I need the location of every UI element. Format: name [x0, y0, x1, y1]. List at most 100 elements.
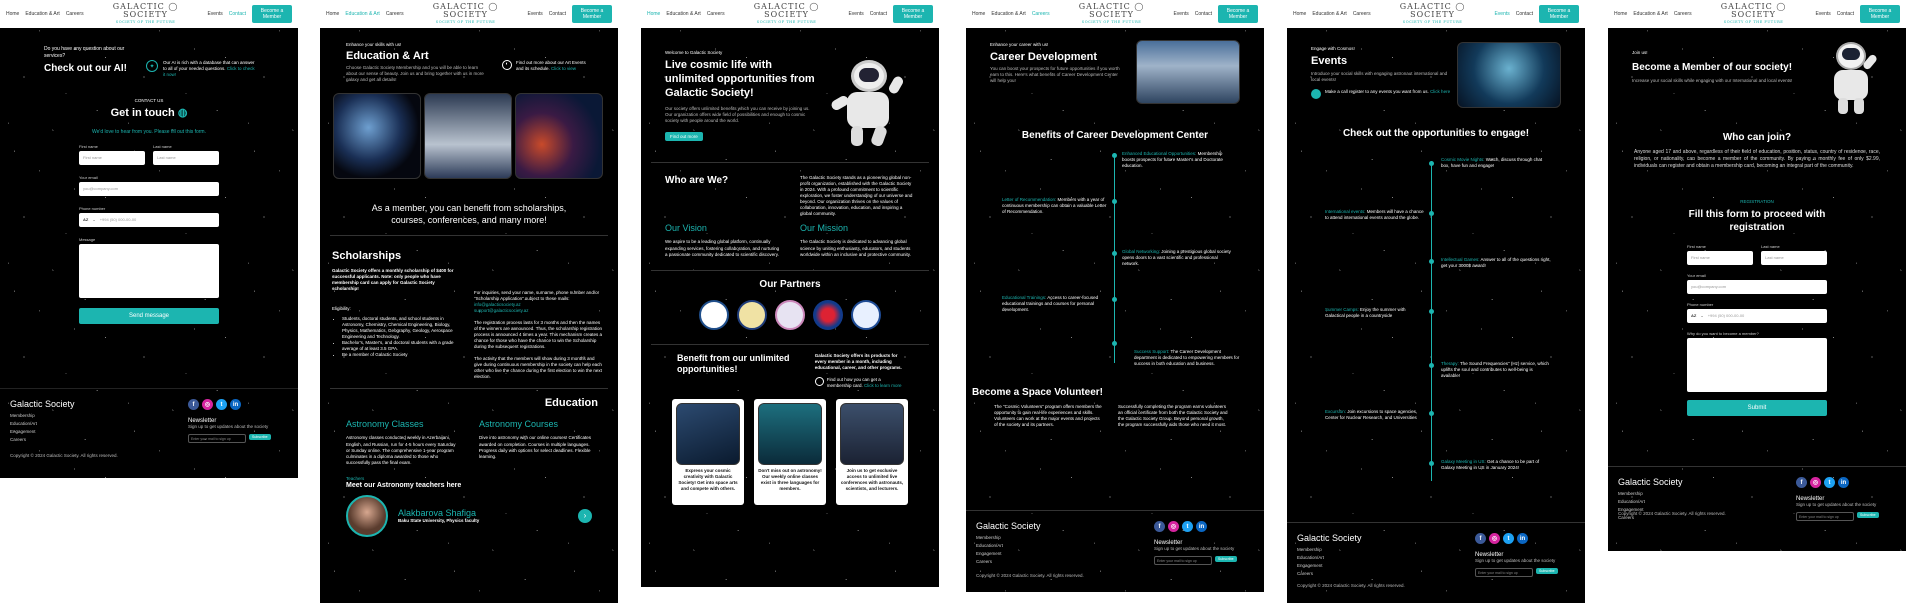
linkedin-icon[interactable]: in — [230, 399, 241, 410]
first-name-input[interactable]: First name — [79, 151, 145, 165]
benefit-card[interactable]: Express your cosmic creativity with Gala… — [672, 398, 744, 505]
nav-home[interactable]: Home — [1293, 11, 1306, 17]
last-name-input[interactable]: Last name — [153, 151, 219, 165]
footer-link-membership[interactable]: Membership — [1618, 491, 1683, 496]
benefit-card[interactable]: Join us to get exclusive access to unlim… — [836, 398, 908, 505]
nav-contact[interactable]: Contact — [870, 11, 887, 17]
nav-home[interactable]: Home — [1614, 11, 1627, 17]
site-logo[interactable]: GALACTIC ◯ SOCIETY SOCIETY OF THE FUTURE — [410, 3, 522, 25]
nav-home[interactable]: Home — [972, 11, 985, 17]
linkedin-icon[interactable]: in — [1517, 533, 1528, 544]
partner-logo-icon[interactable] — [851, 299, 881, 330]
nav-careers[interactable]: Careers — [707, 11, 725, 17]
become-member-button[interactable]: Become a Member — [893, 5, 933, 23]
subscribe-button[interactable]: Subscribe — [249, 434, 271, 441]
facebook-icon[interactable]: f — [1475, 533, 1486, 544]
nav-careers[interactable]: Careers — [1353, 11, 1371, 17]
site-logo[interactable]: GALACTIC ◯ SOCIETY SOCIETY OF THE FUTURE — [1056, 3, 1168, 25]
nav-contact[interactable]: Contact — [1516, 11, 1533, 17]
email-input[interactable]: you@company.com — [1687, 280, 1827, 295]
become-member-button[interactable]: Become a Member — [1860, 5, 1900, 23]
twitter-icon[interactable]: t — [216, 399, 227, 410]
nav-contact[interactable]: Contact — [549, 11, 566, 17]
facebook-icon[interactable]: f — [188, 399, 199, 410]
footer-link-education[interactable]: Education/Art — [976, 543, 1041, 548]
footer-link-education[interactable]: Education/Art — [10, 421, 75, 426]
site-logo[interactable]: GALACTIC ◯ SOCIETY SOCIETY OF THE FUTURE — [1377, 3, 1489, 25]
email-input[interactable]: you@company.com — [79, 182, 219, 196]
nav-events[interactable]: Events — [527, 11, 542, 17]
nav-home[interactable]: Home — [6, 11, 19, 17]
nav-education[interactable]: Education & Art — [666, 11, 700, 17]
partner-logo-icon[interactable] — [813, 299, 843, 330]
footer-link-membership[interactable]: Membership — [10, 413, 75, 418]
subscribe-button[interactable]: Subscribe — [1536, 568, 1558, 575]
nav-events[interactable]: Events — [1173, 11, 1188, 17]
nav-events[interactable]: Events — [207, 11, 222, 17]
footer-link-membership[interactable]: Membership — [1297, 547, 1362, 552]
country-code-select[interactable]: AZ — [83, 217, 88, 223]
footer-link-careers[interactable]: Careers — [1297, 571, 1362, 576]
last-name-input[interactable]: Last name — [1761, 251, 1827, 266]
footer-link-careers[interactable]: Careers — [10, 437, 75, 442]
site-logo[interactable]: GALACTIC ◯ SOCIETY SOCIETY OF THE FUTURE — [1698, 3, 1810, 25]
instagram-icon[interactable]: ◎ — [1489, 533, 1500, 544]
footer-link-engagement[interactable]: Engagement — [976, 551, 1041, 556]
nav-events[interactable]: Events — [848, 11, 863, 17]
why-textarea[interactable] — [1687, 338, 1827, 393]
nav-contact[interactable]: Contact — [1195, 11, 1212, 17]
edu-mini-link[interactable]: Click to view — [551, 66, 576, 71]
subscribe-button[interactable]: Subscribe — [1215, 556, 1237, 563]
become-member-button[interactable]: Become a Member — [1218, 5, 1258, 23]
events-mini-link[interactable]: Click here — [1430, 89, 1450, 94]
footer-link-engagement[interactable]: Engagement — [1297, 563, 1362, 568]
arrow-right-icon[interactable]: › — [578, 508, 592, 523]
nav-education[interactable]: Education & Art — [1633, 11, 1667, 17]
nav-careers[interactable]: Careers — [1674, 11, 1692, 17]
country-code-select[interactable]: AZ — [1691, 313, 1696, 319]
message-textarea[interactable] — [79, 244, 219, 298]
nav-home[interactable]: Home — [326, 11, 339, 17]
nav-careers[interactable]: Careers — [386, 11, 404, 17]
instagram-icon[interactable]: ◎ — [1168, 521, 1179, 532]
nav-education[interactable]: Education & Art — [25, 11, 59, 17]
twitter-icon[interactable]: t — [1824, 477, 1835, 488]
find-out-more-button[interactable]: Find out more — [665, 131, 703, 141]
become-member-button[interactable]: Become a Member — [572, 5, 612, 23]
benefit-card[interactable]: Don't miss out on astronomy! Our weekly … — [754, 398, 826, 505]
footer-link-education[interactable]: Education/Art — [1297, 555, 1362, 560]
first-name-input[interactable]: First name — [1687, 251, 1753, 266]
partner-logo-icon[interactable] — [775, 299, 805, 330]
nav-home[interactable]: Home — [647, 11, 660, 17]
partner-logo-icon[interactable] — [737, 299, 767, 330]
benefit-link[interactable]: Click to learn more — [864, 383, 902, 388]
site-logo[interactable]: GALACTIC ◯ SOCIETY SOCIETY OF THE FUTURE — [731, 3, 843, 25]
twitter-icon[interactable]: t — [1182, 521, 1193, 532]
partner-logo-icon[interactable] — [699, 299, 729, 330]
footer-link-engagement[interactable]: Engagement — [10, 429, 75, 434]
instagram-icon[interactable]: ◎ — [202, 399, 213, 410]
facebook-icon[interactable]: f — [1154, 521, 1165, 532]
footer-link-membership[interactable]: Membership — [976, 535, 1041, 540]
linkedin-icon[interactable]: in — [1196, 521, 1207, 532]
become-member-button[interactable]: Become a Member — [252, 5, 292, 23]
nav-events[interactable]: Events — [1494, 11, 1509, 17]
nav-education[interactable]: Education & Art — [345, 11, 379, 17]
site-logo[interactable]: GALACTIC ◯ SOCIETY SOCIETY OF THE FUTURE — [90, 3, 202, 25]
submit-button[interactable]: Submit — [1687, 400, 1827, 417]
newsletter-input[interactable]: Enter your mail to sign up — [1796, 512, 1854, 522]
nav-careers[interactable]: Careers — [66, 11, 84, 17]
nav-careers[interactable]: Careers — [1032, 11, 1050, 17]
newsletter-input[interactable]: Enter your mail to sign up — [1154, 556, 1212, 566]
phone-input[interactable]: AZ ⌄ +994 (50) 000-00-00 — [1687, 309, 1827, 324]
scholarship-email-2[interactable]: support@galacticsociety.az — [474, 308, 604, 314]
send-message-button[interactable]: Send message — [79, 308, 219, 324]
footer-link-education[interactable]: Education/Art — [1618, 499, 1683, 504]
nav-events[interactable]: Events — [1815, 11, 1830, 17]
newsletter-input[interactable]: Enter your mail to sign up — [188, 434, 246, 444]
nav-contact[interactable]: Contact — [1837, 11, 1854, 17]
instagram-icon[interactable]: ◎ — [1810, 477, 1821, 488]
facebook-icon[interactable]: f — [1796, 477, 1807, 488]
become-member-button[interactable]: Become a Member — [1539, 5, 1579, 23]
subscribe-button[interactable]: Subscribe — [1857, 512, 1879, 519]
